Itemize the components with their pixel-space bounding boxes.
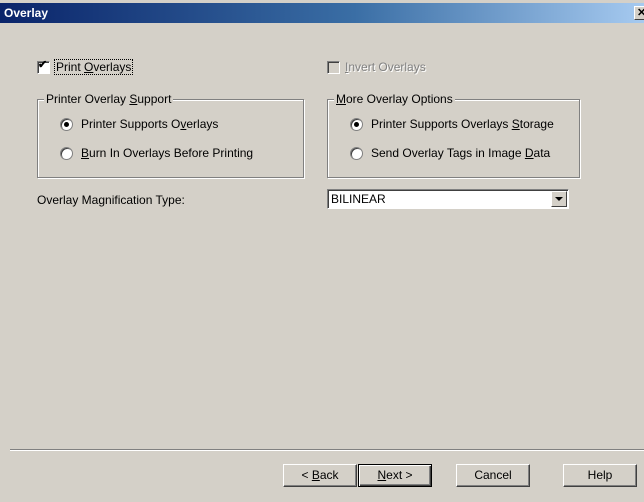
radio-selected-dot bbox=[64, 121, 69, 127]
chevron-down-icon bbox=[555, 197, 563, 201]
cancel-button[interactable]: Cancel bbox=[456, 464, 530, 487]
radio-button[interactable] bbox=[60, 146, 73, 160]
magnification-type-select[interactable]: BILINEAR bbox=[327, 189, 569, 209]
radio-printer-supports-overlays[interactable]: Printer Supports Overlays bbox=[60, 117, 218, 131]
title-bar: Overlay ✕ bbox=[0, 3, 644, 23]
magnification-type-label: Overlay Magnification Type: bbox=[37, 193, 185, 207]
radio-burn-in-overlays[interactable]: Burn In Overlays Before Printing bbox=[60, 146, 253, 160]
overlay-dialog: Overlay ✕ ✔ Print Overlays Invert Overla… bbox=[0, 0, 644, 502]
printer-overlay-support-group: Printer Overlay Support Printer Supports… bbox=[37, 92, 304, 178]
radio-button[interactable] bbox=[350, 117, 363, 131]
close-icon: ✕ bbox=[637, 7, 644, 19]
dropdown-button[interactable] bbox=[551, 191, 567, 207]
invert-overlays-box[interactable] bbox=[327, 60, 340, 74]
window-title: Overlay bbox=[4, 6, 49, 20]
print-overlays-label: Print Overlays bbox=[53, 59, 134, 75]
radio-button[interactable] bbox=[60, 117, 73, 131]
radio-printer-supports-overlays-storage[interactable]: Printer Supports Overlays Storage bbox=[350, 117, 554, 131]
more-overlay-options-group: More Overlay Options Printer Supports Ov… bbox=[327, 92, 580, 178]
separator bbox=[10, 449, 644, 451]
print-overlays-box[interactable]: ✔ bbox=[37, 58, 50, 74]
printer-overlay-support-title: Printer Overlay Support bbox=[44, 92, 174, 106]
invert-overlays-checkbox[interactable]: Invert Overlays bbox=[327, 60, 426, 74]
invert-overlays-label: Invert Overlays bbox=[345, 60, 426, 74]
radio-label: Send Overlay Tags in Image Data bbox=[371, 146, 551, 160]
checkmark-icon: ✔ bbox=[38, 58, 48, 71]
more-overlay-options-title: More Overlay Options bbox=[334, 92, 455, 106]
print-overlays-checkbox[interactable]: ✔ Print Overlays bbox=[37, 58, 134, 75]
close-button[interactable]: ✕ bbox=[634, 6, 644, 20]
help-button[interactable]: Help bbox=[563, 464, 637, 487]
magnification-type-value: BILINEAR bbox=[331, 192, 386, 206]
radio-selected-dot bbox=[354, 121, 359, 127]
radio-send-overlay-tags[interactable]: Send Overlay Tags in Image Data bbox=[350, 146, 550, 160]
back-button[interactable]: < Back bbox=[283, 464, 357, 487]
radio-label: Burn In Overlays Before Printing bbox=[81, 146, 254, 160]
next-button[interactable]: Next > bbox=[358, 464, 432, 487]
radio-label: Printer Supports Overlays bbox=[81, 117, 219, 131]
radio-label: Printer Supports Overlays Storage bbox=[371, 117, 554, 131]
radio-button[interactable] bbox=[350, 146, 363, 160]
